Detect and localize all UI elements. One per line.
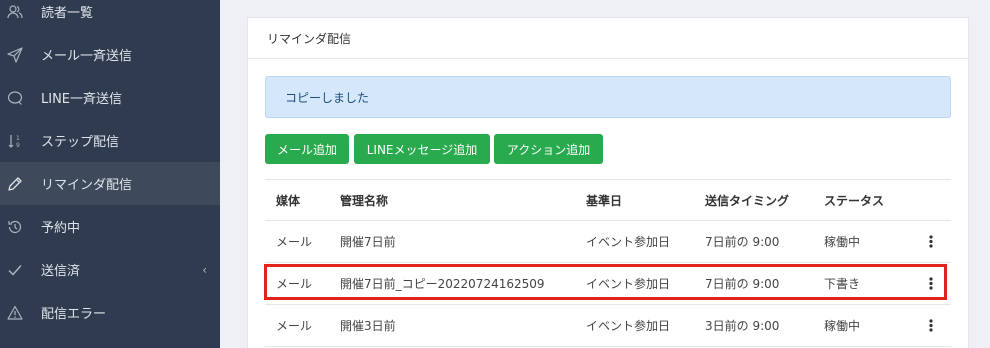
alert-message: コピーしました bbox=[285, 90, 370, 105]
cell-timing: 3日前の 9:00 bbox=[705, 319, 780, 333]
chat-bubble-icon bbox=[6, 89, 24, 107]
history-icon bbox=[6, 218, 24, 236]
column-header-name[interactable]: 管理名称 bbox=[340, 180, 388, 220]
more-options-icon[interactable] bbox=[926, 305, 936, 346]
cell-medium: メール bbox=[276, 319, 313, 333]
sort-order-icon: 19 bbox=[6, 132, 24, 150]
table-row[interactable]: メール 開催7日前 イベント参加日 7日前の 9:00 稼働中 bbox=[265, 221, 951, 263]
sidebar-item-step[interactable]: 19 ステップ配信 bbox=[0, 119, 220, 162]
sidebar-item-sent[interactable]: 送信済 ‹ bbox=[0, 248, 220, 291]
check-icon bbox=[6, 261, 24, 279]
more-options-icon[interactable] bbox=[926, 221, 936, 262]
card-title: リマインダ配信 bbox=[248, 18, 968, 59]
sidebar-item-scheduled[interactable]: 予約中 bbox=[0, 205, 220, 248]
sidebar-item-label: LINE一斉送信 bbox=[41, 92, 123, 107]
sidebar-item-label: 送信済 bbox=[41, 264, 81, 279]
column-header-base-date[interactable]: 基準日 bbox=[586, 180, 622, 220]
sidebar-item-line-broadcast[interactable]: LINE一斉送信 bbox=[0, 76, 220, 119]
sidebar: 読者一覧 メール一斉送信 LINE一斉送信 19 ステップ配信 リマインダ配信 … bbox=[0, 0, 220, 348]
cell-name[interactable]: 開催7日前 bbox=[340, 221, 396, 262]
highlight-box bbox=[264, 264, 947, 300]
sidebar-item-label: メール一斉送信 bbox=[41, 49, 133, 64]
cell-timing: 7日前の 9:00 bbox=[705, 235, 780, 249]
add-line-message-button[interactable]: LINEメッセージ追加 bbox=[354, 134, 490, 164]
sidebar-item-errors[interactable]: 配信エラー bbox=[0, 291, 220, 334]
cell-base-date: イベント参加日 bbox=[586, 319, 671, 333]
add-action-button[interactable]: アクション追加 bbox=[494, 134, 603, 164]
svg-text:9: 9 bbox=[16, 142, 20, 149]
sidebar-item-mail-broadcast[interactable]: メール一斉送信 bbox=[0, 33, 220, 76]
add-mail-button[interactable]: メール追加 bbox=[265, 134, 349, 164]
warning-icon bbox=[6, 304, 24, 322]
cell-medium: メール bbox=[276, 235, 313, 249]
cell-status: 稼働中 bbox=[824, 319, 861, 333]
cell-name[interactable]: 開催3日前 bbox=[340, 305, 396, 346]
chevron-left-icon[interactable]: ‹ bbox=[202, 263, 207, 277]
column-header-status[interactable]: ステータス bbox=[824, 180, 884, 220]
table-header: 媒体 管理名称 基準日 送信タイミング ステータス bbox=[265, 179, 951, 221]
sidebar-item-label: 配信エラー bbox=[41, 307, 107, 322]
people-icon bbox=[6, 3, 24, 21]
cell-base-date: イベント参加日 bbox=[586, 235, 671, 249]
send-icon bbox=[6, 46, 24, 64]
sidebar-item-readers[interactable]: 読者一覧 bbox=[0, 0, 220, 33]
sidebar-item-label: リマインダ配信 bbox=[41, 178, 133, 193]
table-row[interactable]: メール 開催3日前 イベント参加日 3日前の 9:00 稼働中 bbox=[265, 305, 951, 347]
column-header-medium[interactable]: 媒体 bbox=[276, 180, 300, 220]
sidebar-item-reminder[interactable]: リマインダ配信 bbox=[0, 162, 220, 205]
copy-success-alert: コピーしました bbox=[265, 76, 951, 118]
cell-status: 稼働中 bbox=[824, 235, 861, 249]
column-header-timing[interactable]: 送信タイミング bbox=[705, 180, 789, 220]
sidebar-item-label: 読者一覧 bbox=[41, 6, 94, 21]
pencil-icon bbox=[6, 175, 24, 193]
sidebar-item-label: 予約中 bbox=[41, 221, 81, 236]
sidebar-item-label: ステップ配信 bbox=[41, 135, 120, 150]
svg-text:1: 1 bbox=[16, 135, 20, 142]
